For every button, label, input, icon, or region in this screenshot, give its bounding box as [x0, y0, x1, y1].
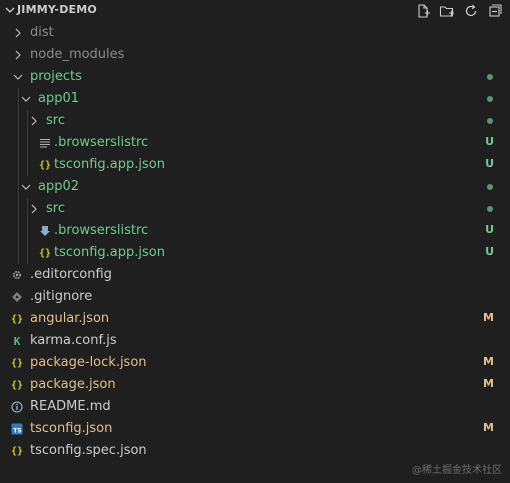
tree-file-row[interactable]: .editorconfig	[0, 264, 510, 286]
gear-icon	[10, 268, 24, 282]
tree-folder-row[interactable]: projects	[0, 66, 510, 88]
tree-item-label: karma.conf.js	[30, 333, 117, 348]
tree-file-row[interactable]: {} tsconfig.app.json U	[0, 242, 510, 264]
chevron-right-icon[interactable]	[12, 48, 24, 62]
git-status-badge: U	[485, 245, 494, 258]
tree-item-label: .gitignore	[30, 289, 93, 304]
svg-text:TS: TS	[13, 428, 21, 435]
modified-contents-dot	[487, 206, 493, 212]
indent-guide	[27, 110, 28, 176]
tree-item-label: tsconfig.spec.json	[30, 443, 147, 458]
workspace-title: JIMMY-DEMO	[17, 3, 97, 16]
tree-item-label: package-lock.json	[30, 355, 147, 370]
tree-folder-row[interactable]: node_modules	[0, 44, 510, 66]
tree-file-row[interactable]: {} angular.json M	[0, 308, 510, 330]
tree-folder-row[interactable]: app01	[0, 88, 510, 110]
chevron-right-icon[interactable]	[28, 114, 40, 128]
tree-item-label: package.json	[30, 377, 116, 392]
git-status-badge: U	[485, 157, 494, 170]
tree-item-label: tsconfig.json	[30, 421, 113, 436]
refresh-icon[interactable]	[462, 2, 480, 20]
new-folder-icon[interactable]	[438, 2, 456, 20]
tree-folder-row[interactable]: app02	[0, 176, 510, 198]
chevron-right-icon[interactable]	[12, 26, 24, 40]
git-status-badge: U	[485, 223, 494, 236]
tree-item-label: src	[46, 113, 65, 128]
watermark: @稀土掘金技术社区	[412, 465, 502, 476]
ts-icon: TS	[10, 422, 24, 436]
explorer-panel: JIMMY-DEMO dist node_modules projects app01…	[0, 0, 510, 483]
json-icon: {}	[10, 379, 24, 391]
json-icon: {}	[10, 357, 24, 369]
tree-file-row[interactable]: Kkarma.conf.js	[0, 330, 510, 352]
modified-contents-dot	[487, 118, 493, 124]
tree-folder-row[interactable]: dist	[0, 22, 510, 44]
modified-contents-dot	[487, 74, 493, 80]
tree-file-row[interactable]: {} package-lock.json M	[0, 352, 510, 374]
git-status-badge: M	[483, 421, 494, 434]
tree-file-row[interactable]: {} tsconfig.app.json U	[0, 154, 510, 176]
git-status-badge: M	[483, 311, 494, 324]
tree-item-label: tsconfig.app.json	[54, 157, 165, 172]
tree-file-row[interactable]: .gitignore	[0, 286, 510, 308]
git-status-badge: M	[483, 377, 494, 390]
tree-file-row[interactable]: README.md	[0, 396, 510, 418]
chevron-down-icon[interactable]	[20, 180, 32, 194]
tree-file-row[interactable]: .browserslistrc U	[0, 220, 510, 242]
tree-item-label: .browserslistrc	[54, 223, 149, 238]
indent-guide	[18, 88, 19, 264]
tree-item-label: README.md	[30, 399, 111, 414]
explorer-actions	[414, 2, 504, 20]
tree-folder-row[interactable]: src	[0, 198, 510, 220]
tree-file-row[interactable]: TS tsconfig.json M	[0, 418, 510, 440]
tree-item-label: .browserslistrc	[54, 135, 149, 150]
tree-item-label: app01	[38, 91, 80, 106]
karma-icon: K	[13, 334, 21, 348]
tree-item-label: angular.json	[30, 311, 110, 326]
explorer-header[interactable]: JIMMY-DEMO	[0, 0, 510, 22]
tree-item-label: app02	[38, 179, 80, 194]
tree-item-label: src	[46, 201, 65, 216]
info-icon	[10, 400, 24, 414]
chevron-down-icon[interactable]	[3, 3, 17, 17]
tree-file-row[interactable]: .browserslistrc U	[0, 132, 510, 154]
tree-file-row[interactable]: {} package.json M	[0, 374, 510, 396]
json-icon: {}	[10, 313, 24, 325]
modified-contents-dot	[487, 184, 493, 190]
tree-item-label: dist	[30, 25, 54, 40]
indent-guide	[27, 198, 28, 264]
git-status-badge: U	[485, 135, 494, 148]
browserslist-icon	[38, 224, 52, 238]
git-status-badge: M	[483, 355, 494, 368]
tree-item-label: .editorconfig	[30, 267, 112, 282]
tree-folder-row[interactable]: src	[0, 110, 510, 132]
lines-icon	[38, 136, 52, 150]
json-icon: {}	[38, 159, 52, 171]
new-file-icon[interactable]	[414, 2, 432, 20]
collapse-all-icon[interactable]	[486, 2, 504, 20]
tree-item-label: tsconfig.app.json	[54, 245, 165, 260]
modified-contents-dot	[487, 96, 493, 102]
chevron-right-icon[interactable]	[28, 202, 40, 216]
tree-item-label: node_modules	[30, 47, 125, 62]
chevron-down-icon[interactable]	[20, 92, 32, 106]
json-icon: {}	[10, 445, 24, 457]
tree-item-label: projects	[30, 69, 82, 84]
tree-file-row[interactable]: {} tsconfig.spec.json	[0, 440, 510, 462]
chevron-down-icon[interactable]	[12, 70, 24, 84]
git-icon	[10, 290, 24, 304]
json-icon: {}	[38, 247, 52, 259]
